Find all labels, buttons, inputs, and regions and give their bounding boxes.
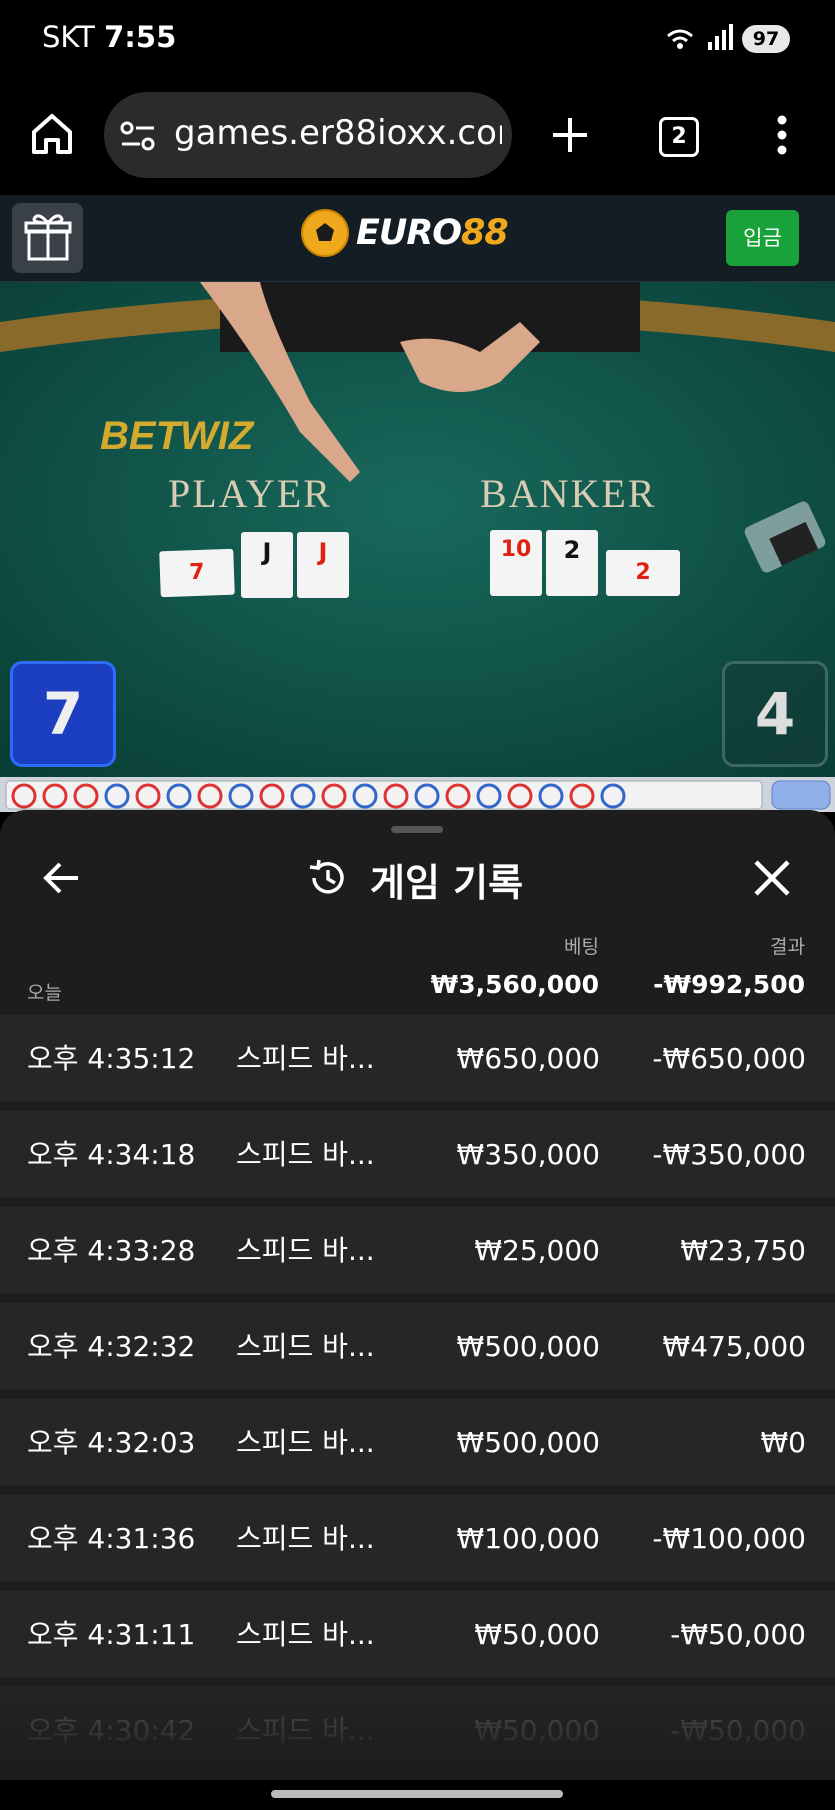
row-game-name: 스피드 바...	[236, 1618, 375, 1651]
row-game-name: 스피드 바...	[236, 1522, 375, 1555]
bead-road-strip	[0, 777, 835, 812]
row-bet-amount: ₩100,000	[456, 1522, 600, 1555]
total-result-value: -₩992,500	[653, 970, 805, 999]
row-game-name: 스피드 바...	[236, 1138, 375, 1171]
banker-card-1: 10	[490, 530, 542, 596]
row-game-name: 스피드 바...	[236, 1234, 375, 1267]
tab-switcher-button[interactable]: 2	[659, 117, 699, 157]
soccer-ball-logo-icon	[301, 209, 349, 257]
row-game-name: 스피드 바...	[236, 1042, 375, 1075]
card-shoe-icon	[744, 501, 826, 573]
player-card-1: 7	[159, 548, 235, 598]
row-time: 오후 4:33:28	[27, 1234, 196, 1267]
row-game-name: 스피드 바...	[236, 1330, 375, 1363]
banker-card-2: 2	[546, 530, 598, 596]
more-menu-icon[interactable]	[774, 114, 790, 156]
history-row[interactable]: 오후 4:32:03 스피드 바... ₩500,000 ₩0	[0, 1399, 835, 1486]
row-result-amount: -₩50,000	[670, 1618, 806, 1651]
banker-score-badge: 4	[722, 661, 828, 767]
row-bet-amount: ₩350,000	[456, 1138, 600, 1171]
result-column-header: 결과	[770, 936, 805, 958]
row-result-amount: -₩100,000	[652, 1522, 806, 1555]
url-text[interactable]: games.er88ioxx.com	[174, 113, 502, 153]
history-row[interactable]: 오후 4:31:36 스피드 바... ₩100,000 -₩100,000	[0, 1495, 835, 1582]
clock: 7:55	[104, 20, 177, 54]
date-group-label: 오늘	[27, 982, 62, 1004]
player-score-badge: 7	[10, 661, 116, 767]
gift-icon	[24, 214, 72, 261]
home-gesture-pill[interactable]	[271, 1790, 563, 1798]
sheet-drag-handle[interactable]	[391, 826, 443, 833]
status-carrier-time: SKT 7:55	[42, 20, 176, 54]
history-row[interactable]: 오후 4:31:11 스피드 바... ₩50,000 -₩50,000	[0, 1591, 835, 1678]
deposit-button[interactable]: 입금	[726, 210, 799, 266]
baccarat-table-scene	[0, 282, 835, 777]
history-icon	[309, 859, 344, 894]
row-result-amount: ₩0	[760, 1426, 807, 1459]
player-card-3: J	[297, 532, 349, 598]
home-icon[interactable]	[30, 112, 74, 156]
carrier-label: SKT	[42, 20, 95, 54]
history-row[interactable]: 오후 4:32:32 스피드 바... ₩500,000 ₩475,000	[0, 1303, 835, 1390]
banker-card-3: 2	[606, 550, 680, 596]
row-time: 오후 4:32:32	[27, 1330, 196, 1363]
row-bet-amount: ₩500,000	[456, 1426, 600, 1459]
row-time: 오후 4:31:11	[27, 1618, 196, 1651]
total-bet-value: ₩3,560,000	[430, 970, 599, 999]
row-result-amount: -₩350,000	[652, 1138, 806, 1171]
battery-indicator: 97	[742, 25, 790, 53]
back-arrow-icon[interactable]	[42, 858, 82, 898]
history-row[interactable]: 오후 4:35:12 스피드 바... ₩650,000 -₩650,000	[0, 1015, 835, 1102]
logo-text-accent: 88	[461, 213, 509, 253]
history-row[interactable]: 오후 4:34:18 스피드 바... ₩350,000 -₩350,000	[0, 1111, 835, 1198]
row-bet-amount: ₩25,000	[474, 1234, 600, 1267]
gift-button[interactable]	[12, 203, 83, 273]
player-card-2: J	[241, 532, 293, 598]
bet-column-header: 베팅	[564, 936, 599, 958]
row-time: 오후 4:35:12	[27, 1042, 196, 1075]
history-row[interactable]: 오후 4:33:28 스피드 바... ₩25,000 ₩23,750	[0, 1207, 835, 1294]
list-fade-overlay	[0, 1670, 835, 1780]
row-bet-amount: ₩50,000	[474, 1618, 600, 1651]
row-game-name: 스피드 바...	[236, 1426, 375, 1459]
site-logo[interactable]: EURO88	[356, 213, 509, 253]
row-result-amount: ₩23,750	[680, 1234, 806, 1267]
row-bet-amount: ₩650,000	[456, 1042, 600, 1075]
logo-text-main: EURO	[356, 213, 462, 253]
new-tab-icon[interactable]	[551, 116, 589, 154]
signal-wifi-icon	[667, 24, 733, 50]
live-video-feed[interactable]: BETWIZ PLAYER BANKER 7 J J 10 2 2 7 4	[0, 282, 835, 777]
table-brand-text: BETWIZ	[100, 414, 254, 458]
banker-area-label: BANKER	[480, 471, 657, 516]
row-time: 오후 4:34:18	[27, 1138, 196, 1171]
close-icon[interactable]	[752, 858, 792, 898]
row-bet-amount: ₩500,000	[456, 1330, 600, 1363]
row-result-amount: ₩475,000	[662, 1330, 806, 1363]
road-circles	[5, 780, 831, 810]
row-time: 오후 4:31:36	[27, 1522, 196, 1555]
sheet-title: 게임 기록	[370, 861, 524, 905]
site-settings-icon[interactable]	[120, 120, 156, 152]
row-time: 오후 4:32:03	[27, 1426, 196, 1459]
row-result-amount: -₩650,000	[652, 1042, 806, 1075]
player-area-label: PLAYER	[168, 471, 332, 516]
